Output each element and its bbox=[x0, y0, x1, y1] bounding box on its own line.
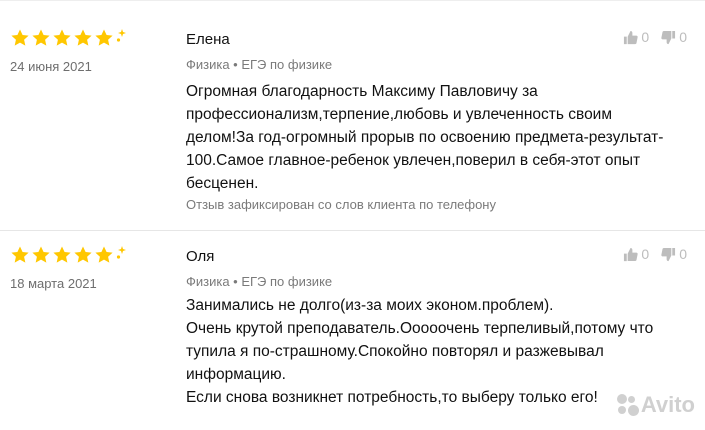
review-divider bbox=[0, 230, 705, 231]
thumbs-down-icon bbox=[661, 247, 676, 261]
review-text-line: Очень крутой преподаватель.Ооооочень тер… bbox=[186, 320, 654, 337]
like-count: 0 bbox=[641, 29, 650, 45]
review-card: 24 июня 2021 Елена Физика • ЕГЭ по физик… bbox=[0, 0, 705, 230]
dislike-button[interactable]: 0 bbox=[661, 246, 687, 262]
vote-controls: 0 0 bbox=[611, 246, 687, 262]
rating-stars bbox=[10, 28, 126, 48]
thumbs-down-icon bbox=[661, 30, 676, 44]
star-icon bbox=[31, 28, 51, 48]
rating-stars bbox=[10, 245, 126, 265]
review-author: Елена bbox=[186, 31, 230, 48]
thumbs-up-icon bbox=[624, 30, 639, 44]
thumbs-up-icon bbox=[624, 247, 639, 261]
review-date: 18 марта 2021 bbox=[10, 276, 97, 291]
star-icon bbox=[73, 245, 93, 265]
review-text-line: 100.Самое главное-ребенок увлечен,повери… bbox=[186, 152, 641, 169]
review-text: Огромная благодарность Максиму Павловичу… bbox=[186, 80, 701, 195]
review-card: 18 марта 2021 Оля Физика • ЕГЭ по физике… bbox=[0, 232, 705, 430]
review-subject: Физика • ЕГЭ по физике bbox=[186, 57, 333, 72]
star-icon bbox=[52, 28, 72, 48]
star-icon bbox=[31, 245, 51, 265]
avito-watermark: Avito bbox=[616, 392, 695, 418]
review-footnote: Отзыв зафиксирован со слов клиента по те… bbox=[186, 197, 496, 212]
dislike-count: 0 bbox=[679, 29, 687, 45]
star-icon bbox=[10, 28, 30, 48]
review-text-line: делом!За год-огромный прорыв по освоению… bbox=[186, 129, 664, 146]
review-author: Оля bbox=[186, 248, 215, 265]
star-icon bbox=[94, 245, 114, 265]
star-icon bbox=[10, 245, 30, 265]
star-icon bbox=[73, 28, 93, 48]
review-text-line: информацию. bbox=[186, 366, 286, 383]
like-button[interactable]: 0 bbox=[623, 29, 649, 45]
review-date: 24 июня 2021 bbox=[10, 59, 92, 74]
sparkle-icon bbox=[116, 29, 126, 43]
sparkle-icon bbox=[116, 246, 126, 260]
review-text-line: бесценен. bbox=[186, 175, 259, 192]
avito-logo-icon bbox=[616, 394, 639, 416]
review-subject: Физика • ЕГЭ по физике bbox=[186, 274, 333, 289]
review-text-line: профессионализм,терпение,любовь и увлече… bbox=[186, 106, 613, 123]
star-icon bbox=[52, 245, 72, 265]
like-count: 0 bbox=[641, 246, 650, 262]
dislike-button[interactable]: 0 bbox=[661, 29, 687, 45]
vote-controls: 0 0 bbox=[611, 29, 687, 45]
watermark-text: Avito bbox=[640, 392, 695, 417]
star-icon bbox=[94, 28, 114, 48]
review-text-line: Огромная благодарность Максиму Павловичу… bbox=[186, 83, 538, 100]
dislike-count: 0 bbox=[679, 246, 687, 262]
review-text-line: Занимались не долго(из-за моих эконом.пр… bbox=[186, 297, 554, 314]
review-text-line: тупила я по-страшному.Спокойно повторял … bbox=[186, 343, 604, 360]
like-button[interactable]: 0 bbox=[623, 246, 649, 262]
